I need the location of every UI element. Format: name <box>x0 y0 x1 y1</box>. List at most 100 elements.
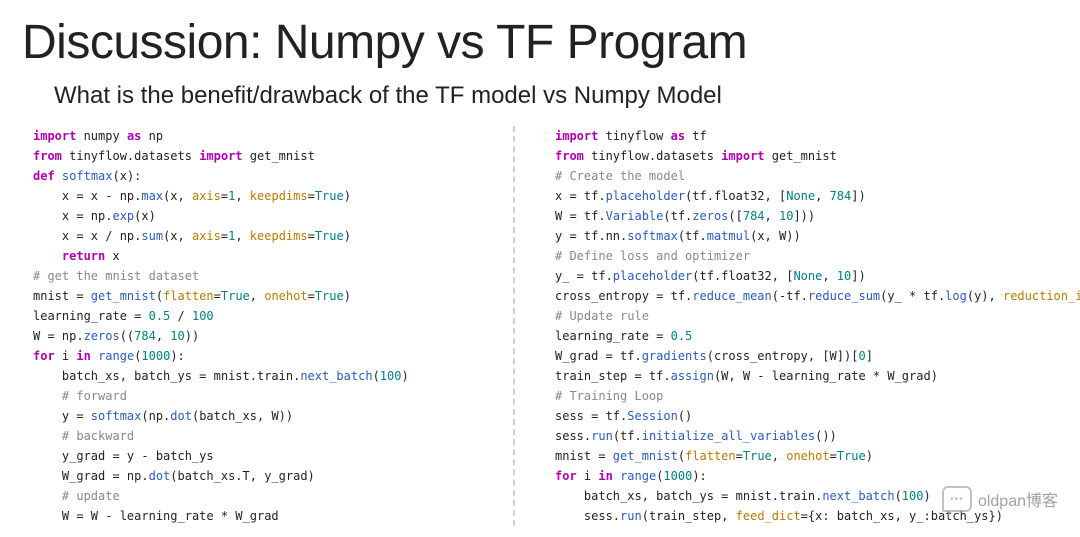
code-token: for <box>555 469 577 483</box>
code-token: 10 <box>837 269 851 283</box>
code-token: ) <box>866 449 873 463</box>
code-token: (y), <box>967 289 1003 303</box>
code-token: W = np. <box>33 329 84 343</box>
code-token: ): <box>692 469 706 483</box>
code-token: range <box>98 349 134 363</box>
code-token: (x, <box>163 189 192 203</box>
code-token: (tf. <box>678 229 707 243</box>
code-token <box>91 349 98 363</box>
code-token: ] <box>866 349 873 363</box>
code-token: ( <box>373 369 380 383</box>
code-token: dot <box>149 469 171 483</box>
code-token: mnist = <box>33 289 91 303</box>
code-token: feed_dict <box>736 509 801 523</box>
code-token: sess. <box>555 509 620 523</box>
code-token: gradients <box>642 349 707 363</box>
code-token: (tf.float32, [ <box>685 189 786 203</box>
code-token <box>33 429 62 443</box>
code-token: (tf.float32, [ <box>692 269 793 283</box>
code-token: def <box>33 169 55 183</box>
code-token <box>33 249 62 263</box>
code-token: None <box>793 269 822 283</box>
code-token: np <box>141 129 163 143</box>
code-token: # Create the model <box>555 169 685 183</box>
code-token: (batch_xs, W)) <box>192 409 293 423</box>
code-token: (x, <box>163 229 192 243</box>
code-token: sum <box>141 229 163 243</box>
numpy-code-block: import numpy as np from tinyflow.dataset… <box>33 126 503 526</box>
code-token: flatten <box>163 289 214 303</box>
code-token: ])) <box>793 209 815 223</box>
code-token <box>55 169 62 183</box>
code-token: mnist = <box>555 449 613 463</box>
code-token: y_ = tf. <box>555 269 613 283</box>
code-token: tf <box>685 129 707 143</box>
code-token: sess = tf. <box>555 409 627 423</box>
code-token: softmax <box>91 409 142 423</box>
code-token: ) <box>344 289 351 303</box>
code-token: reduction_indices <box>1003 289 1080 303</box>
code-token: numpy <box>76 129 127 143</box>
code-token: zeros <box>692 209 728 223</box>
code-token: None <box>786 189 815 203</box>
code-token: import <box>199 149 242 163</box>
code-token: = <box>736 449 743 463</box>
code-token: tinyflow.datasets <box>584 149 721 163</box>
code-token: flatten <box>685 449 736 463</box>
code-token: / <box>170 309 192 323</box>
code-token: softmax <box>62 169 113 183</box>
code-token: return <box>62 249 105 263</box>
code-token: i <box>55 349 77 363</box>
code-token: get_mnist <box>613 449 678 463</box>
code-token: batch_xs, batch_ys = mnist.train. <box>33 369 300 383</box>
code-token: 10 <box>170 329 184 343</box>
code-token: (tf. <box>663 209 692 223</box>
code-token: from <box>555 149 584 163</box>
code-token: import <box>33 129 76 143</box>
code-token: Session <box>627 409 678 423</box>
slide-subtitle: What is the benefit/drawback of the TF m… <box>54 82 1062 110</box>
code-token: ( <box>156 289 163 303</box>
code-token: 784 <box>134 329 156 343</box>
code-token <box>613 469 620 483</box>
code-token: in <box>76 349 90 363</box>
code-token: y = tf.nn. <box>555 229 627 243</box>
code-token: )) <box>185 329 199 343</box>
code-token: learning_rate = <box>555 329 671 343</box>
code-token: as <box>127 129 141 143</box>
code-token: assign <box>671 369 714 383</box>
code-token: # Define loss and optimizer <box>555 249 750 263</box>
code-token: ) <box>401 369 408 383</box>
code-token: zeros <box>84 329 120 343</box>
code-token: = <box>214 289 221 303</box>
code-token: reduce_sum <box>808 289 880 303</box>
code-token: = <box>308 189 315 203</box>
code-token: (( <box>120 329 134 343</box>
code-token: exp <box>112 209 134 223</box>
code-token: 100 <box>902 489 924 503</box>
code-token: (W, W - learning_rate * W_grad) <box>714 369 938 383</box>
code-token: log <box>945 289 967 303</box>
code-token: placeholder <box>606 189 685 203</box>
code-token: sess. <box>555 429 591 443</box>
code-token: next_batch <box>300 369 372 383</box>
code-token: W_grad = tf. <box>555 349 642 363</box>
code-token: (tf. <box>613 429 642 443</box>
code-token: 0 <box>858 349 865 363</box>
code-token: import <box>555 129 598 143</box>
code-token: # Update rule <box>555 309 649 323</box>
code-token: axis <box>192 189 221 203</box>
code-token: (np. <box>141 409 170 423</box>
code-token: softmax <box>627 229 678 243</box>
code-token: # get the mnist dataset <box>33 269 199 283</box>
code-token: ( <box>678 449 685 463</box>
code-token: ={x: batch_xs, y_:batch_ys}) <box>801 509 1003 523</box>
code-token: True <box>315 229 344 243</box>
code-token: ) <box>344 189 351 203</box>
code-token: next_batch <box>822 489 894 503</box>
code-token: 0.5 <box>671 329 693 343</box>
code-token: , <box>765 209 779 223</box>
code-token: True <box>315 189 344 203</box>
code-token: ()) <box>815 429 837 443</box>
code-token: get_mnist <box>243 149 315 163</box>
